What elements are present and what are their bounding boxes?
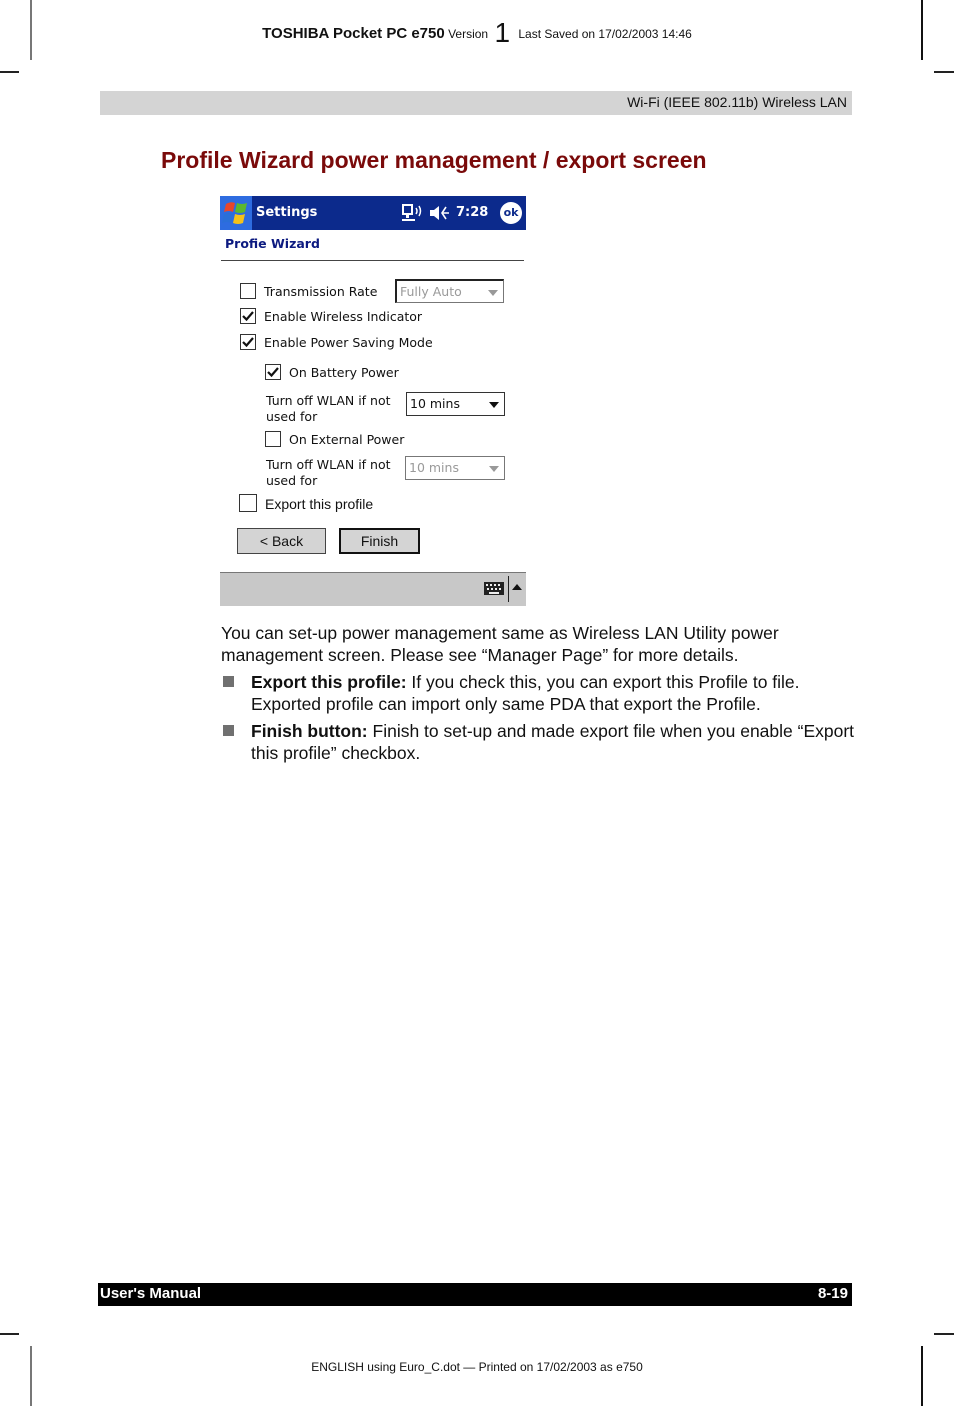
wireless-connection-icon[interactable] <box>402 203 426 223</box>
bullet-item: Export this profile: If you check this, … <box>221 671 856 715</box>
chevron-down-icon <box>489 402 499 408</box>
divider <box>508 576 509 602</box>
windows-start-icon <box>222 202 247 224</box>
on-external-power-checkbox[interactable] <box>265 431 281 447</box>
bullet-square-icon <box>223 725 234 736</box>
transmission-rate-value: Fully Auto <box>400 284 462 299</box>
titlebar: Settings 7:28 ok <box>220 196 526 230</box>
crop-mark <box>0 71 19 73</box>
crop-mark <box>0 1333 19 1335</box>
version-label: Version <box>448 27 489 41</box>
label-line: Turn off WLAN if not <box>266 457 391 472</box>
bullet-square-icon <box>223 676 234 687</box>
checkmark-icon <box>242 311 254 322</box>
page-title: Profile Wizard power management / export… <box>161 147 707 173</box>
label-line: Turn off WLAN if not <box>266 393 391 408</box>
divider <box>221 260 524 261</box>
on-external-power-label: On External Power <box>289 432 405 447</box>
sip-up-arrow-icon[interactable] <box>512 584 522 590</box>
enable-wireless-indicator-label: Enable Wireless Indicator <box>264 309 423 324</box>
section-title: Wi-Fi (IEEE 802.11b) Wireless LAN <box>627 94 847 110</box>
bullet-term: Finish button: <box>251 721 368 741</box>
on-battery-power-label: On Battery Power <box>289 365 399 380</box>
checkmark-icon <box>267 367 279 378</box>
keyboard-icon[interactable] <box>484 582 504 595</box>
clock[interactable]: 7:28 <box>456 205 488 220</box>
start-button[interactable] <box>220 196 252 230</box>
command-bar <box>220 572 526 606</box>
document-header: TOSHIBA Pocket PC e750 Version 1 Last Sa… <box>0 17 954 49</box>
last-saved: Last Saved on 17/02/2003 14:46 <box>518 27 692 41</box>
intro-paragraph: You can set-up power management same as … <box>221 623 779 665</box>
speaker-volume-icon[interactable] <box>428 203 452 223</box>
ok-button[interactable]: ok <box>500 202 522 224</box>
enable-wireless-indicator-checkbox[interactable] <box>240 308 256 324</box>
enable-power-saving-label: Enable Power Saving Mode <box>264 335 433 350</box>
device-screenshot: Settings 7:28 ok Profie Wizard Transmiss… <box>220 196 526 606</box>
export-profile-label: Export this profile <box>265 496 374 512</box>
wizard-title: Profie Wizard <box>225 236 320 251</box>
transmission-rate-select[interactable]: Fully Auto <box>395 279 504 303</box>
external-timeout-select[interactable]: 10 mins <box>405 456 505 480</box>
label-line: used for <box>266 409 318 424</box>
version-number: 1 <box>494 17 511 48</box>
back-button[interactable]: < Back <box>237 528 326 554</box>
bullet-term: Export this profile: <box>251 672 407 692</box>
battery-timeout-select[interactable]: 10 mins <box>406 392 505 416</box>
checkmark-icon <box>242 337 254 348</box>
body-text: You can set-up power management same as … <box>221 622 856 769</box>
app-title: Settings <box>256 205 318 220</box>
crop-mark <box>934 71 954 73</box>
label-line: used for <box>266 473 318 488</box>
print-info: ENGLISH using Euro_C.dot — Printed on 17… <box>311 1360 643 1374</box>
crop-mark <box>934 1333 954 1335</box>
battery-timeout-value: 10 mins <box>410 396 460 411</box>
chevron-down-icon <box>488 290 498 296</box>
chevron-down-icon <box>489 466 499 472</box>
product-name: TOSHIBA Pocket PC e750 <box>262 25 445 42</box>
on-battery-power-checkbox[interactable] <box>265 364 281 380</box>
footer-bar: User's Manual 8-19 <box>98 1283 852 1306</box>
finish-button[interactable]: Finish <box>339 528 420 554</box>
section-band: Wi-Fi (IEEE 802.11b) Wireless LAN <box>100 91 852 115</box>
transmission-rate-label: Transmission Rate <box>264 284 378 299</box>
external-turn-off-label: Turn off WLAN if not used for <box>266 457 391 489</box>
export-profile-checkbox[interactable] <box>239 494 257 512</box>
crop-mark <box>30 1346 32 1406</box>
battery-turn-off-label: Turn off WLAN if not used for <box>266 393 391 425</box>
footer-manual-label: User's Manual <box>100 1285 202 1302</box>
bullet-item: Finish button: Finish to set-up and made… <box>221 720 856 764</box>
external-timeout-value: 10 mins <box>409 460 459 475</box>
enable-power-saving-checkbox[interactable] <box>240 334 256 350</box>
crop-mark <box>921 1346 923 1406</box>
page-number: 8-19 <box>817 1285 848 1302</box>
transmission-rate-checkbox[interactable] <box>240 283 256 299</box>
